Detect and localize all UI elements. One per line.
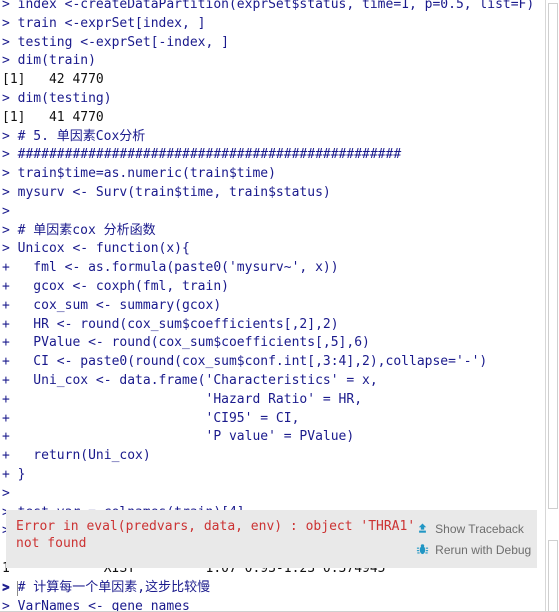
error-action-list: Show Traceback Rerun with Debug [415, 510, 559, 560]
console-input-line[interactable]: > [2, 578, 18, 598]
console-line: > Unicox <- function(x){ [2, 241, 190, 257]
error-message-line-2: not found [16, 536, 87, 551]
scrollbar-thumb-upper[interactable] [548, 3, 558, 509]
console-line: + Uni_cox <- data.frame('Characteristics… [2, 372, 378, 388]
console-line: > dim(testing) [2, 90, 112, 106]
console-line: > dim(train) [2, 53, 96, 69]
rerun-with-debug-label: Rerun with Debug [435, 542, 532, 557]
console-line: > mysurv <- Surv(train$time, train$statu… [2, 184, 331, 200]
traceback-arrow-icon [415, 522, 429, 536]
console-line: > testing <-exprSet[-index, ] [2, 34, 229, 50]
text-cursor [16, 580, 18, 596]
console-line: > index <-createDataPartition(exprSet$st… [2, 0, 535, 12]
console-line: > train <-exprSet[index, ] [2, 15, 206, 31]
scrollbar-thumb-lower[interactable] [548, 540, 558, 612]
console-line: > train$time=as.numeric(train$time) [2, 166, 276, 182]
console-line: [1] 41 4770 [2, 109, 104, 125]
show-traceback-button[interactable]: Show Traceback [415, 518, 557, 539]
console-line: + PValue <- round(cox_sum$coefficients[,… [2, 335, 370, 351]
vertical-scrollbar[interactable] [545, 0, 559, 612]
console-line: + CI <- paste0(round(cox_sum$conf.int[,3… [2, 354, 488, 370]
debug-bug-icon [415, 543, 429, 557]
error-banner: Error in eval(predvars, data, env) : obj… [6, 510, 537, 568]
console-line: + gcox <- coxph(fml, train) [2, 278, 229, 294]
console-line: + 'CI95' = CI, [2, 410, 300, 426]
console-line: + cox_sum <- summary(gcox) [2, 297, 222, 313]
console-line: > ######################################… [2, 147, 402, 163]
console-line: > # 单因素cox 分析函数 [2, 222, 156, 238]
console-line: + HR <- round(cox_sum$coefficients[,2],2… [2, 316, 339, 332]
r-console-window: > index <-createDataPartition(exprSet$st… [0, 0, 559, 612]
console-line: + 'Hazard Ratio' = HR, [2, 391, 363, 407]
console-line: > [2, 485, 10, 501]
console-line: > # 计算每一个单因素,这步比较慢 [2, 579, 211, 595]
rerun-with-debug-button[interactable]: Rerun with Debug [415, 539, 557, 560]
console-line: > [2, 203, 10, 219]
console-line: + } [2, 466, 26, 482]
console-line: + return(Uni_cox) [2, 448, 151, 464]
show-traceback-label: Show Traceback [435, 521, 524, 536]
console-line: + fml <- as.formula(paste0('mysurv~', x)… [2, 260, 339, 276]
error-message: Error in eval(predvars, data, env) : obj… [6, 510, 415, 552]
console-line: + 'P value' = PValue) [2, 429, 355, 445]
console-line: > # 5. 单因素Cox分析 [2, 128, 146, 144]
prompt-symbol: > [2, 580, 10, 596]
error-message-line-1: Error in eval(predvars, data, env) : obj… [16, 519, 416, 534]
console-line: [1] 42 4770 [2, 72, 104, 88]
console-line: > VarNames <- gene_names [2, 598, 190, 612]
